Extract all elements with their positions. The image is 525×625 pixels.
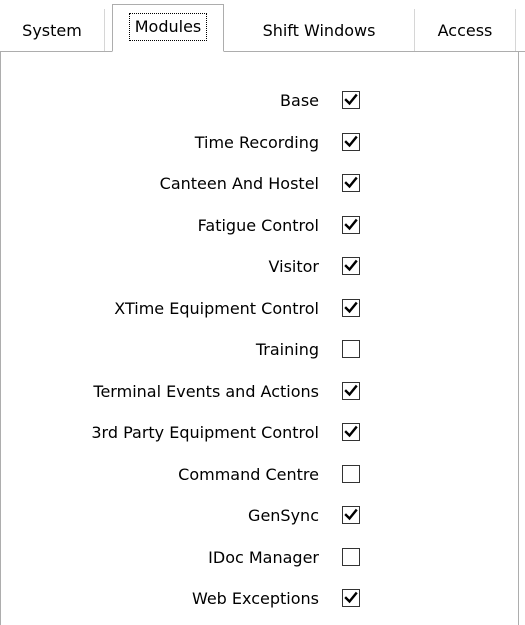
module-checkbox[interactable] [342, 257, 360, 275]
module-label: Canteen And Hostel [159, 174, 319, 193]
module-row: Fatigue Control [1, 211, 520, 241]
module-label: Command Centre [178, 465, 319, 484]
module-label: Fatigue Control [197, 216, 319, 235]
module-label: IDoc Manager [208, 548, 319, 567]
module-row: Base [1, 86, 520, 116]
module-row: Command Centre [1, 460, 520, 490]
module-row: Training [1, 335, 520, 365]
module-row: GenSync [1, 501, 520, 531]
module-label: Terminal Events and Actions [93, 382, 319, 401]
module-label: Visitor [268, 257, 319, 276]
module-row: IDoc Manager [1, 543, 520, 573]
checkmark-icon [344, 301, 358, 314]
tab-label: Shift Windows [262, 21, 376, 40]
checkmark-icon [344, 591, 358, 604]
tab-separator [515, 9, 516, 52]
tab-label: System [22, 21, 82, 40]
module-row: Canteen And Hostel [1, 169, 520, 199]
module-checkbox[interactable] [342, 91, 360, 109]
module-checkbox[interactable] [342, 340, 360, 358]
module-checkbox[interactable] [342, 506, 360, 524]
module-row: Visitor [1, 252, 520, 282]
module-row: Terminal Events and Actions [1, 377, 520, 407]
checkmark-icon [344, 176, 358, 189]
checkmark-icon [344, 218, 358, 231]
module-checkbox[interactable] [342, 216, 360, 234]
module-row: Web Exceptions [1, 584, 520, 614]
checkmark-icon [344, 93, 358, 106]
tab-separator [104, 9, 105, 52]
module-checkbox[interactable] [342, 589, 360, 607]
module-checkbox[interactable] [342, 423, 360, 441]
checkmark-icon [344, 425, 358, 438]
modules-panel: Base Time Recording Canteen And Hostel F… [0, 52, 519, 625]
tab-strip: System Modules Shift Windows Access [0, 0, 525, 59]
tab-label: Access [437, 21, 493, 40]
module-label: XTime Equipment Control [114, 299, 319, 318]
module-row: Time Recording [1, 128, 520, 158]
checkmark-icon [344, 508, 358, 521]
module-label: Web Exceptions [191, 589, 319, 608]
tab-label: Modules [128, 13, 208, 41]
module-checkbox[interactable] [342, 174, 360, 192]
tab-modules[interactable]: Modules [112, 4, 224, 52]
module-label: 3rd Party Equipment Control [91, 423, 319, 442]
module-label: Time Recording [194, 133, 319, 152]
module-checkbox[interactable] [342, 548, 360, 566]
module-label: Training [255, 340, 319, 359]
module-row: 3rd Party Equipment Control [1, 418, 520, 448]
module-checkbox[interactable] [342, 382, 360, 400]
checkmark-icon [344, 259, 358, 272]
tab-shift-windows[interactable]: Shift Windows [224, 9, 414, 52]
checkmark-icon [344, 384, 358, 397]
module-checkbox[interactable] [342, 299, 360, 317]
module-label: Base [280, 91, 319, 110]
module-label: GenSync [248, 506, 319, 525]
module-checkbox[interactable] [342, 465, 360, 483]
module-row: XTime Equipment Control [1, 294, 520, 324]
tab-access[interactable]: Access [415, 9, 515, 52]
checkmark-icon [344, 135, 358, 148]
module-checkbox[interactable] [342, 133, 360, 151]
tab-system[interactable]: System [0, 9, 104, 52]
